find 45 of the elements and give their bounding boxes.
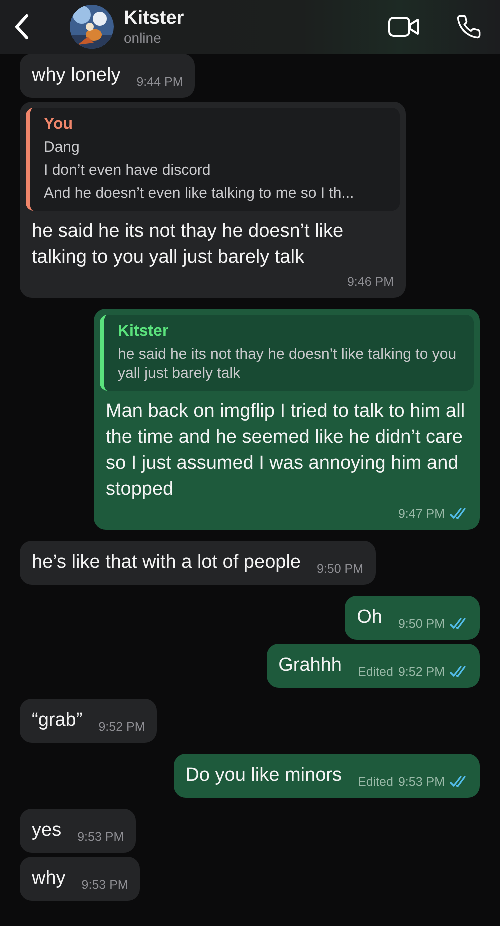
- back-icon: [14, 14, 30, 40]
- message-text: why: [32, 867, 66, 891]
- sent-message-bubble[interactable]: Oh 9:50 PM: [345, 596, 480, 640]
- phone-icon: [456, 14, 482, 40]
- sent-message-bubble[interactable]: [94, 309, 480, 530]
- quote-text: Dang: [44, 138, 81, 157]
- sent-message-bubble[interactable]: Do you like minors Edited 9:53 PM: [174, 754, 480, 798]
- message-text: why lonely: [32, 64, 121, 88]
- message-time: 9:52 PM: [98, 720, 146, 734]
- message-text: Grahhh: [278, 654, 342, 678]
- message-time: 9:46 PM: [347, 275, 394, 289]
- quoted-message[interactable]: Kitster he said he its not thay he doesn’t like talking to you yall just barely talk: [100, 315, 474, 391]
- received-message-bubble[interactable]: You Dang I don’t even have discord And he doesn’t even like talking to me so I th... he said he its not thay he doesn’t like talking to you yall just barely talk 9:46 PM: [20, 102, 406, 298]
- quote-text: I don’t even have discord: [44, 161, 212, 180]
- sent-message-bubble[interactable]: Grahhh Edited 9:52 PM: [266, 644, 480, 688]
- message-time: 9:53 PM: [398, 775, 445, 789]
- message-text: yes: [32, 819, 62, 843]
- contact-status: online: [124, 30, 162, 46]
- edited-label: Edited: [358, 775, 394, 789]
- message-time: 9:47 PM: [398, 507, 445, 521]
- received-message-bubble[interactable]: why 9:53 PM: [20, 857, 140, 901]
- received-message-bubble[interactable]: “grab” 9:52 PM: [20, 699, 158, 743]
- received-message-bubble[interactable]: yes 9:53 PM: [20, 809, 136, 853]
- message-text: Oh: [357, 606, 382, 630]
- edited-label: Edited: [358, 665, 394, 679]
- quote-author: You: [44, 116, 74, 134]
- contact-name: Kitster: [124, 8, 186, 30]
- message-text: Do you like minors: [186, 764, 342, 788]
- quote-text: And he doesn’t even like talking to me so I th...: [44, 184, 356, 203]
- quote-author: Kitster: [118, 323, 170, 341]
- message-text: he said he its not thay he doesn’t like talking to you yall just barely talk: [32, 220, 345, 270]
- message-time: 9:50 PM: [398, 617, 445, 631]
- quote-text: he said he its not thay he doesn’t like talking to you yall just barely talk: [118, 345, 458, 383]
- message-text: Man back on imgflip I tried to talk to him all the time and he seemed like he didn’t care so I just assumed I was annoying him and stopped: [106, 400, 466, 502]
- message-time: 9:53 PM: [78, 830, 124, 844]
- message-time: 9:52 PM: [398, 665, 445, 679]
- quoted-message[interactable]: You Dang I don’t even have discord And he doesn’t even like talking to me so I th...: [26, 108, 400, 211]
- message-time: 9:53 PM: [82, 878, 128, 892]
- received-message-bubble[interactable]: he’s like that with a lot of people 9:50 PM: [20, 541, 376, 585]
- message-time: 9:50 PM: [317, 562, 364, 576]
- message-text: he’s like that with a lot of people: [32, 551, 301, 575]
- video-camera-icon: [388, 16, 420, 38]
- message-text: “grab”: [32, 709, 83, 733]
- received-message-bubble[interactable]: why lonely 9:44 PM: [20, 54, 196, 98]
- message-time: 9:44 PM: [136, 75, 184, 89]
